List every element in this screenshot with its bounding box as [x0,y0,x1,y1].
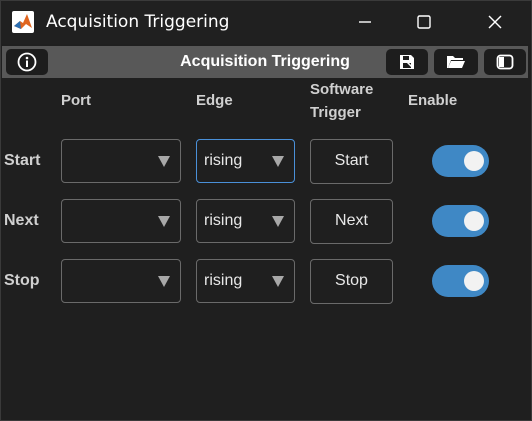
minimize-button[interactable] [332,0,398,44]
info-icon [17,52,37,72]
toggle-knob [464,211,484,231]
port-dropdown-next[interactable] [61,199,181,243]
software-trigger-next-button[interactable]: Next [310,199,393,244]
window-title: Acquisition Triggering [46,12,230,32]
chevron-down-icon [158,276,170,287]
edge-header: Edge [196,92,233,109]
maximize-icon [417,15,431,29]
edge-dropdown-stop[interactable]: rising [196,259,295,303]
enable-header: Enable [408,92,458,109]
software-trigger-header-line2: Trigger [310,104,361,121]
window-titlebar: Acquisition Triggering [0,0,532,44]
close-button[interactable] [462,0,528,44]
enable-toggle-start[interactable] [432,145,489,177]
software-trigger-stop-button[interactable]: Stop [310,259,393,304]
save-button[interactable] [386,49,428,75]
row-label-stop: Stop [4,272,40,289]
panel-toggle-icon [496,54,514,70]
save-icon [400,55,414,69]
toggle-knob [464,271,484,291]
row-label-start: Start [4,152,41,169]
software-trigger-start-button[interactable]: Start [310,139,393,184]
folder-open-icon [447,56,465,68]
app-toolbar: Acquisition Triggering [2,46,528,78]
edge-dropdown-next[interactable]: rising [196,199,295,243]
maximize-button[interactable] [391,0,457,44]
matlab-logo-icon [12,11,34,33]
panel-toggle-button[interactable] [484,49,526,75]
enable-toggle-next[interactable] [432,205,489,237]
edge-dropdown-next-value: rising [204,212,243,229]
chevron-down-icon [158,216,170,227]
chevron-down-icon [272,276,284,287]
open-folder-button[interactable] [434,49,478,75]
chevron-down-icon [272,216,284,227]
close-icon [488,15,502,29]
chevron-down-icon [158,156,170,167]
software-trigger-header-line1: Software [310,81,374,98]
row-label-next: Next [4,212,39,229]
edge-dropdown-start[interactable]: rising [196,139,295,183]
port-dropdown-stop[interactable] [61,259,181,303]
port-header: Port [61,92,91,109]
edge-dropdown-start-value: rising [204,152,243,169]
toggle-knob [464,151,484,171]
info-button[interactable] [6,49,48,75]
chevron-down-icon [272,156,284,167]
port-dropdown-start[interactable] [61,139,181,183]
minimize-icon [359,21,371,23]
edge-dropdown-stop-value: rising [204,272,243,289]
enable-toggle-stop[interactable] [432,265,489,297]
